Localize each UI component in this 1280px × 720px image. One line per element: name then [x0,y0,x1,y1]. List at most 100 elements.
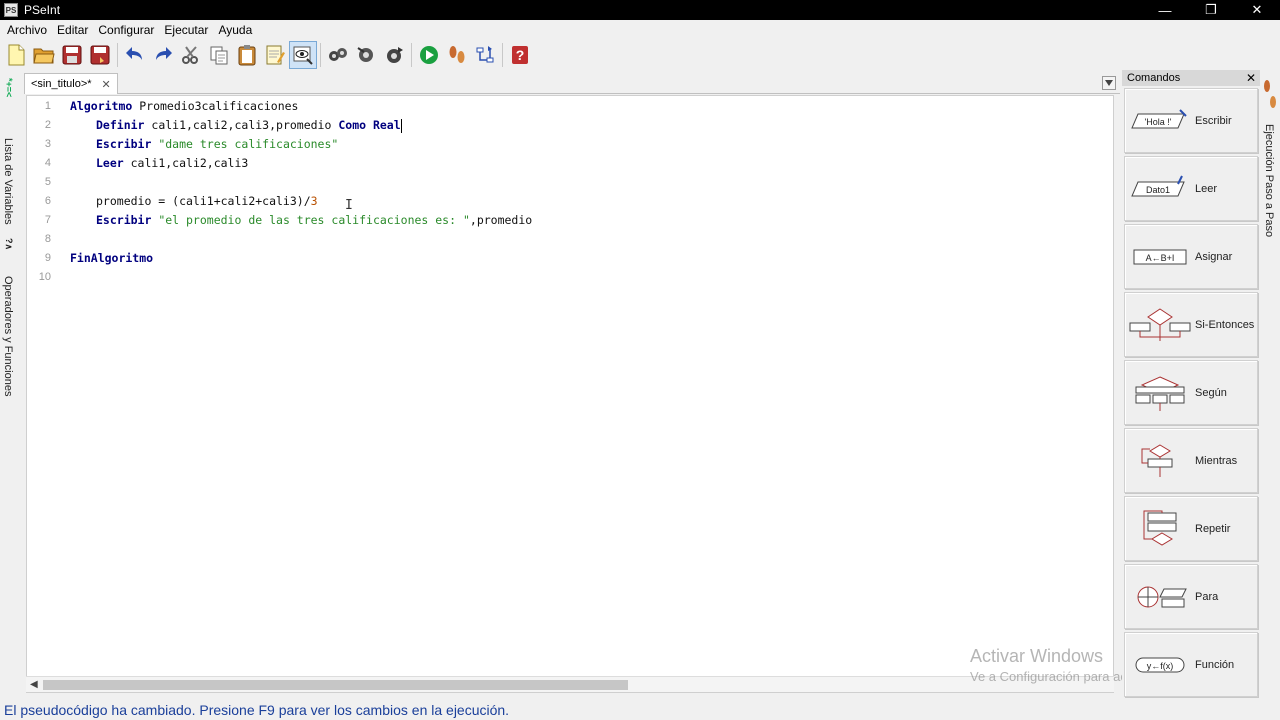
svg-text:?: ? [516,47,525,63]
check-syntax-button[interactable] [352,41,380,69]
new-file-icon [8,44,25,66]
command-si-entonces[interactable]: Si-Entonces [1124,292,1258,357]
command-label: Mientras [1195,454,1238,467]
run-button[interactable] [415,41,443,69]
open-file-button[interactable] [30,41,58,69]
command-para[interactable]: Para [1124,564,1258,629]
command-leer[interactable]: Dato1 Leer [1124,156,1258,221]
code-text: ,promedio [469,213,533,227]
step-by-step-button[interactable] [443,41,471,69]
undo-icon [126,47,142,60]
save-button[interactable] [58,41,86,69]
save-as-button[interactable] [86,41,114,69]
gear-arrow-icon [387,47,403,63]
toolbar-separator [320,43,321,67]
command-label: Según [1195,386,1227,399]
repeat-loop-icon [1125,504,1195,554]
toolbar-separator [502,43,503,67]
help-question-icon: ? [512,46,528,64]
right-side-panel: Ejecución Paso a Paso [1260,70,1280,700]
close-tab-icon[interactable]: ✕ [102,78,111,91]
maximize-button[interactable]: ❐ [1188,0,1234,20]
code-text: Promedio3calificaciones [132,99,299,113]
tab-variables-list[interactable]: Lista de Variables [2,138,14,225]
close-panel-icon[interactable]: ✕ [1246,71,1256,85]
menu-configurar[interactable]: Configurar [93,23,159,37]
tab-list-dropdown[interactable] [1102,76,1116,90]
line-code: Escribir "el promedio de las tres califi… [96,211,532,230]
scroll-left-arrow-icon[interactable]: ◀ [30,679,38,690]
line-number: 10 [38,271,51,283]
while-loop-icon [1125,436,1195,486]
code-line: 6 promedio = (cali1+cali2+cali3)/3 [27,192,1113,211]
line-code: FinAlgoritmo [70,249,153,268]
line-number: 3 [44,138,51,150]
command-label: Repetir [1195,522,1231,535]
menu-archivo[interactable]: Archivo [2,23,52,37]
keyword: FinAlgoritmo [70,251,154,265]
variables-tab-icon: *+=< [4,78,14,98]
gear-check-icon [357,47,373,62]
code-line: 4 Leer cali1,cali2,cali3 [27,154,1113,173]
edit-notes-button[interactable] [261,41,289,69]
minimize-button[interactable]: — [1142,0,1188,20]
line-code: Algoritmo Promedio3calificaciones [70,97,298,116]
toolbar-separator [411,43,412,67]
save-disk-icon [62,45,82,65]
command-repetir[interactable]: Repetir [1124,496,1258,561]
new-file-button[interactable] [2,41,30,69]
chevron-down-icon [1105,80,1113,86]
command-asignar[interactable]: A←B+I Asignar [1124,224,1258,289]
command-escribir[interactable]: 'Hola !' Escribir [1124,88,1258,153]
command-funcion[interactable]: y←f(x) Función [1124,632,1258,697]
line-code: Definir cali1,cali2,cali3,promedio Como … [96,116,402,135]
tab-step-by-step[interactable]: Ejecución Paso a Paso [1263,124,1275,237]
horizontal-scrollbar[interactable]: ◀ [26,676,1114,692]
command-label: Si-Entonces [1195,318,1255,331]
function-icon: y←f(x) [1125,640,1195,690]
flowchart-button[interactable] [471,41,499,69]
function-icon-text: y←f(x) [1147,661,1174,671]
cut-button[interactable] [177,41,205,69]
search-code-button[interactable] [289,41,317,69]
format-code-button[interactable] [380,41,408,69]
command-mientras[interactable]: Mientras [1124,428,1258,493]
code-line: 3 Escribir "dame tres calificaciones" [27,135,1113,154]
command-label: Para [1195,590,1219,603]
status-message: El pseudocódigo ha cambiado. Presione F9… [4,702,510,718]
write-icon-text: 'Hola !' [1145,117,1172,127]
line-number: 6 [44,195,51,207]
pseint-app-icon: PS [4,3,18,17]
menu-bar: Archivo Editar Configurar Ejecutar Ayuda [0,20,1280,40]
line-code: promedio = (cali1+cali2+cali3)/3 [96,192,318,211]
command-label: Leer [1195,182,1218,195]
scrollbar-thumb[interactable] [43,680,628,690]
footsteps-icon [449,46,465,63]
tab-operators-functions[interactable]: Operadores y Funciones [2,276,14,396]
menu-editar[interactable]: Editar [52,23,93,37]
help-button[interactable]: ? [506,41,534,69]
command-segun[interactable]: Según [1124,360,1258,425]
code-editor[interactable]: 1 Algoritmo Promedio3calificaciones 2 De… [26,95,1114,693]
menu-ayuda[interactable]: Ayuda [213,23,257,37]
line-number: 9 [44,252,51,264]
close-window-button[interactable]: ✕ [1234,0,1280,20]
copy-button[interactable] [205,41,233,69]
toolbar: ? [0,40,1280,70]
scissors-icon [182,46,198,64]
line-number: 7 [44,214,51,226]
paste-button[interactable] [233,41,261,69]
eye-search-icon [293,46,313,65]
read-input-icon: Dato1 [1125,164,1195,214]
paste-clipboard-icon [238,45,256,66]
line-code: Escribir "dame tres calificaciones" [96,135,338,154]
undo-button[interactable] [121,41,149,69]
menu-ejecutar[interactable]: Ejecutar [159,23,213,37]
redo-button[interactable] [149,41,177,69]
copy-icon [210,46,228,65]
document-tab-strip: <sin_titulo>* ✕ [24,72,1120,94]
line-number: 1 [44,100,51,112]
document-tab[interactable]: <sin_titulo>* ✕ [24,73,118,94]
indent-code-button[interactable] [324,41,352,69]
code-line: 1 Algoritmo Promedio3calificaciones [27,97,1113,116]
